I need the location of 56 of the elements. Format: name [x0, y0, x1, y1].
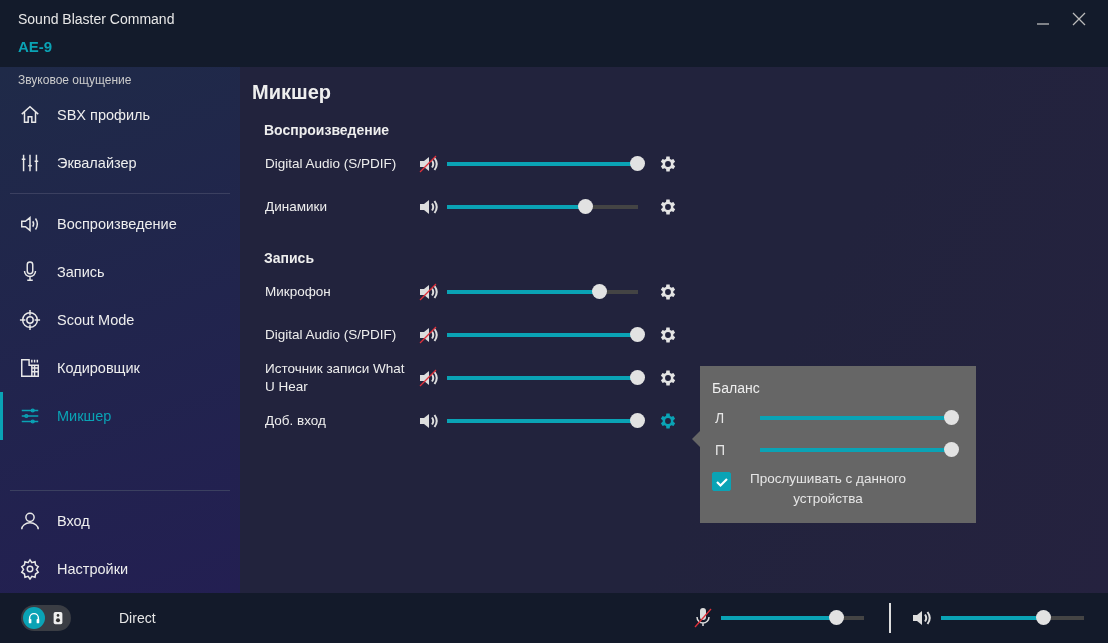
page-title: Микшер [252, 81, 332, 104]
slider-thumb[interactable] [630, 155, 645, 171]
channel-name: Доб. вход [265, 411, 327, 430]
slider-thumb[interactable] [630, 412, 645, 428]
sidebar-item[interactable]: Вход [0, 497, 240, 545]
checkbox-label: Прослушивать с данного устройства [748, 470, 908, 508]
speaker-icon [19, 213, 41, 235]
speaker-icon[interactable] [418, 411, 440, 430]
section-heading: Воспроизведение [264, 122, 391, 138]
sidebar-item[interactable]: Эквалайзер [0, 139, 240, 187]
channel-name: Источник записи What U Hear [265, 359, 406, 396]
section-label: Звуковое ощущение [17, 73, 133, 87]
muted-speaker-icon[interactable] [418, 282, 440, 301]
slider-thumb[interactable] [944, 410, 959, 425]
speaker-icon[interactable] [911, 609, 933, 627]
channel-name: Digital Audio (S/PDIF) [265, 325, 398, 344]
muted-microphone-icon[interactable] [693, 608, 713, 628]
crosshair-icon [19, 309, 41, 331]
channel-name: Динамики [265, 197, 328, 216]
sidebar-item[interactable]: Scout Mode [0, 296, 240, 344]
close-icon[interactable] [1072, 12, 1086, 26]
channel-name: Микрофон [265, 282, 332, 301]
sidebar-item[interactable]: Настройки [0, 545, 240, 593]
popup-title: Баланс [712, 380, 761, 396]
sidebar-item[interactable]: Микшер [0, 392, 240, 440]
channel-name: Digital Audio (S/PDIF) [265, 154, 398, 173]
slider-thumb[interactable] [591, 283, 607, 299]
muted-speaker-icon[interactable] [418, 154, 440, 173]
channel-label: Л [714, 410, 726, 426]
sidebar-item[interactable]: Запись [0, 248, 240, 296]
sidebar-item[interactable]: SBX профиль [0, 91, 240, 139]
section-heading: Запись [264, 250, 315, 266]
device-name: AE-9 [18, 38, 54, 55]
mode-label: Direct [119, 610, 156, 626]
sliders-horizontal-icon [19, 405, 41, 427]
sidebar-item[interactable]: Кодировщик [0, 344, 240, 392]
home-icon [19, 104, 41, 126]
sidebar-item[interactable]: Воспроизведение [0, 200, 240, 248]
checkbox[interactable] [712, 472, 731, 491]
sliders-vertical-icon [19, 152, 41, 174]
window-title: Sound Blaster Command [18, 11, 175, 27]
slider-thumb[interactable] [630, 326, 645, 342]
slider-thumb[interactable] [1035, 610, 1051, 625]
slider-thumb[interactable] [944, 442, 959, 457]
grid-icon [19, 357, 41, 379]
headphones-icon[interactable] [23, 607, 45, 629]
channel-label: П [714, 442, 727, 458]
slider-thumb[interactable] [578, 198, 594, 214]
output-toggle[interactable] [21, 605, 71, 631]
muted-speaker-icon[interactable] [418, 325, 440, 344]
person-icon [19, 510, 41, 532]
gear-icon [19, 558, 41, 580]
slider-thumb[interactable] [828, 610, 844, 625]
muted-speaker-icon[interactable] [418, 368, 440, 387]
slider-thumb[interactable] [630, 369, 645, 385]
speaker-icon[interactable] [418, 197, 440, 216]
